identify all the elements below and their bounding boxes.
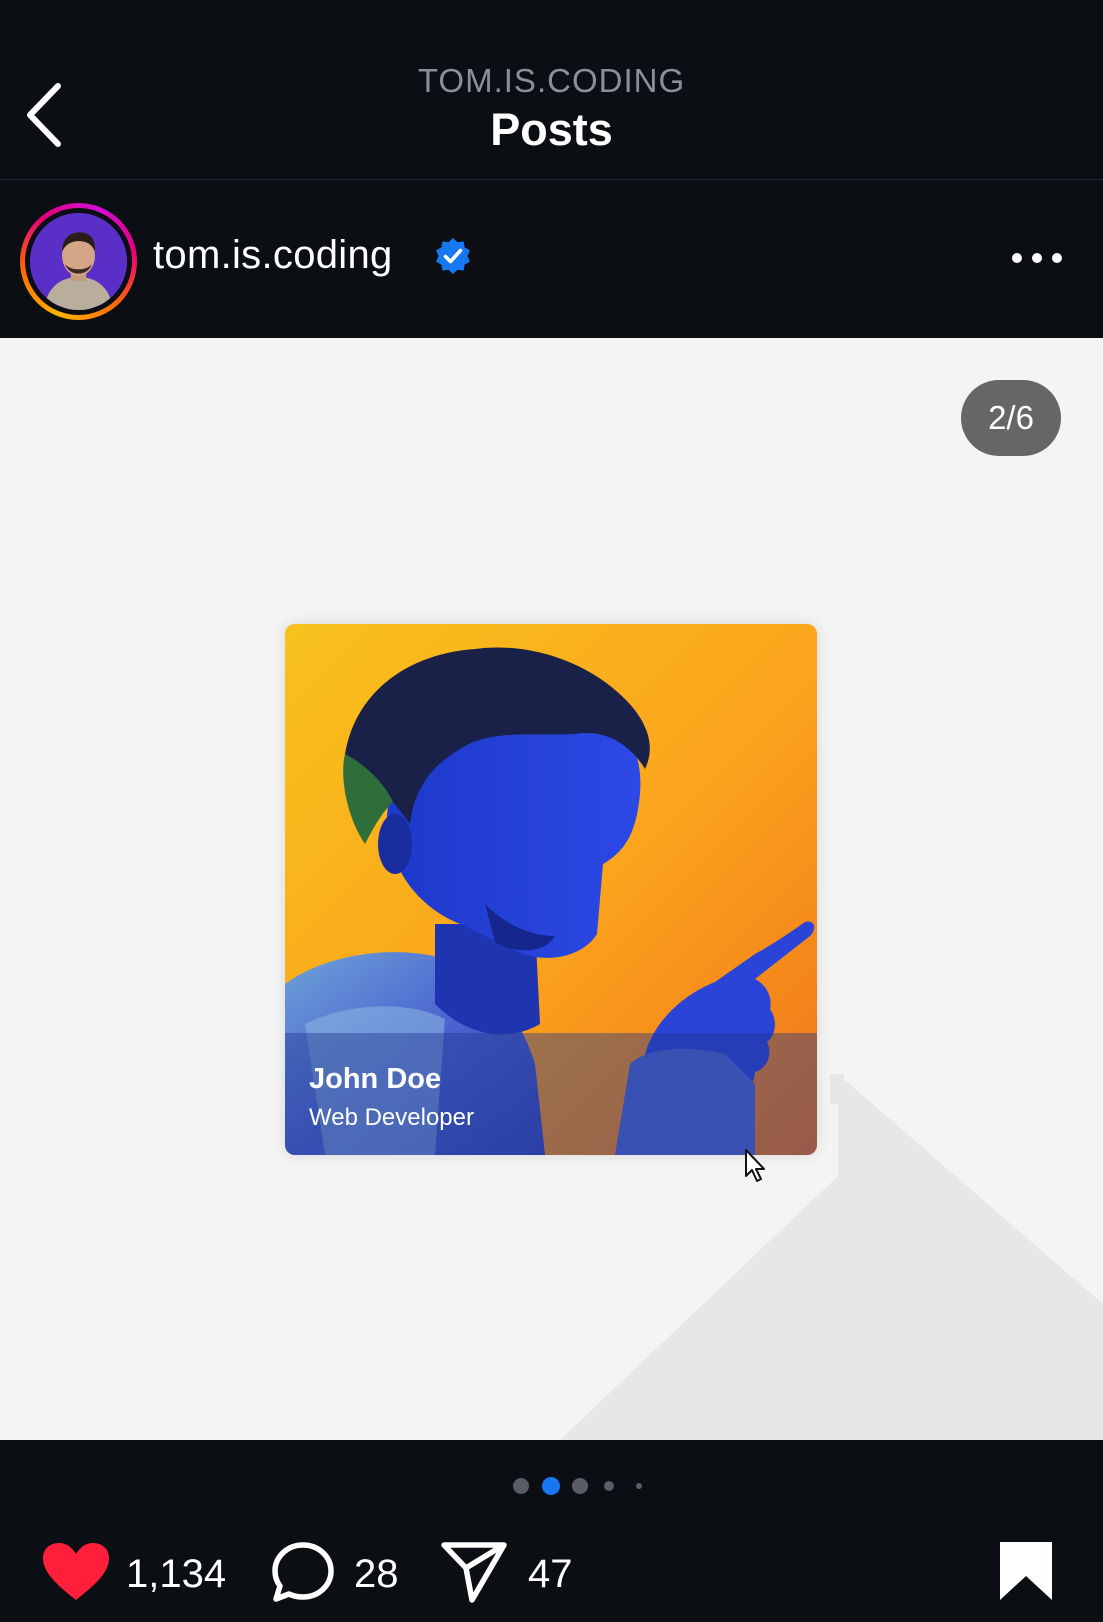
- carousel-indicator: [0, 1474, 1103, 1498]
- carousel-dot-active: [542, 1477, 560, 1495]
- heart-filled-icon: [43, 1543, 109, 1600]
- carousel-dot: [572, 1478, 588, 1494]
- comments-count: 28: [354, 1552, 399, 1596]
- save-button[interactable]: [998, 1540, 1054, 1604]
- bookmark-filled-icon: [1000, 1542, 1052, 1600]
- post-media[interactable]: 2/6 John Doe Web Developer: [0, 338, 1103, 1440]
- carousel-dot: [604, 1481, 614, 1491]
- post-header: tom.is.coding: [0, 181, 1103, 338]
- shares-count: 47: [528, 1552, 573, 1596]
- send-icon: [441, 1542, 507, 1603]
- slide-counter: 2/6: [961, 380, 1061, 456]
- card-caption: John Doe Web Developer: [285, 1033, 817, 1155]
- carousel-dot: [636, 1483, 642, 1489]
- share-button[interactable]: 47: [440, 1540, 590, 1604]
- post-screen: TOM.IS.CODING Posts tom.is.coding 2/6 Jo…: [0, 0, 1103, 1622]
- more-options-button[interactable]: [1004, 236, 1070, 280]
- carousel-dot: [513, 1478, 529, 1494]
- top-navigation-bar: TOM.IS.CODING Posts: [0, 0, 1103, 180]
- account-handle: TOM.IS.CODING: [417, 62, 686, 99]
- story-avatar[interactable]: [20, 203, 137, 320]
- post-username[interactable]: tom.is.coding: [153, 233, 393, 278]
- card-role: Web Developer: [309, 1104, 474, 1131]
- profile-card-image: John Doe Web Developer: [285, 624, 817, 1155]
- likes-count[interactable]: 1,134: [126, 1552, 226, 1597]
- like-button[interactable]: 1,134: [40, 1540, 240, 1604]
- verified-badge-icon: [436, 238, 470, 274]
- card-name: John Doe: [309, 1063, 442, 1095]
- more-horizontal-icon: [1012, 253, 1062, 263]
- avatar-photo: [30, 213, 127, 310]
- mouse-cursor-icon: [745, 1149, 765, 1182]
- comment-button[interactable]: 28: [270, 1540, 410, 1604]
- comment-bubble-icon: [272, 1542, 334, 1602]
- page-title: Posts: [490, 104, 613, 155]
- action-bar: 1,134 28 47: [0, 1510, 1103, 1622]
- avatar: [30, 213, 127, 310]
